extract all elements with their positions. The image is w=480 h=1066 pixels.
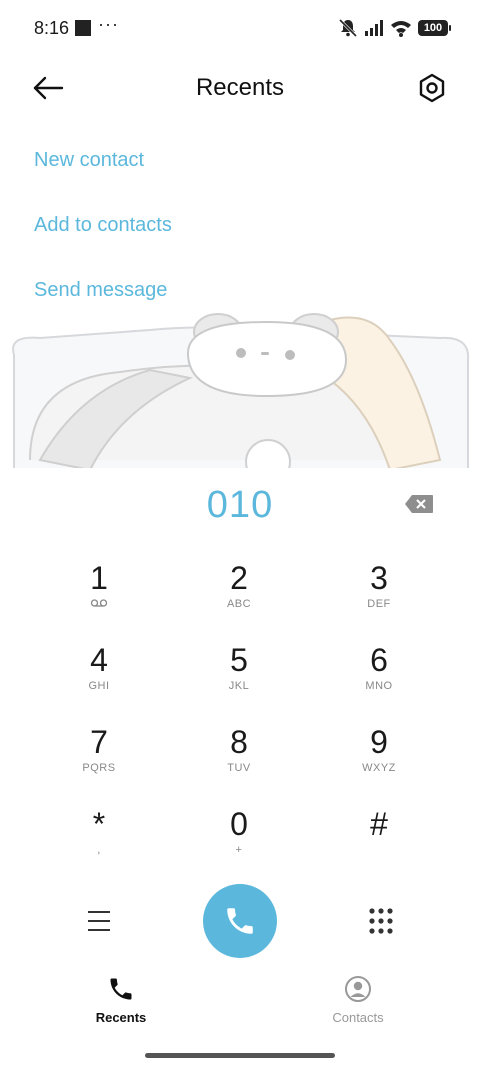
status-bar: 8:16 ··· 100	[0, 0, 480, 56]
background-illustration	[0, 300, 480, 470]
key-star[interactable]: * ,	[39, 806, 159, 878]
key-0[interactable]: 0 +	[179, 806, 299, 878]
backspace-button[interactable]	[404, 494, 434, 514]
key-letters	[90, 598, 108, 612]
phone-icon	[227, 908, 253, 934]
settings-button[interactable]	[414, 70, 450, 106]
key-2[interactable]: 2 ABC	[179, 560, 299, 632]
key-6[interactable]: 6 MNO	[319, 642, 439, 714]
wifi-icon	[391, 21, 411, 37]
tab-contacts-label: Contacts	[332, 1010, 384, 1025]
key-digit: 4	[90, 642, 108, 678]
phone-icon	[110, 978, 132, 1000]
key-5[interactable]: 5 JKL	[179, 642, 299, 714]
key-letters: MNO	[365, 680, 393, 692]
battery-icon: 100	[418, 20, 451, 36]
key-digit: 5	[230, 642, 248, 678]
contact-person-icon	[345, 976, 371, 1002]
key-letters: ,	[97, 844, 101, 856]
bottom-navigation: Recents Contacts	[0, 975, 480, 1035]
backspace-icon	[405, 495, 433, 513]
new-contact-link[interactable]: New contact	[34, 149, 144, 172]
key-7[interactable]: 7 PQRS	[39, 724, 159, 796]
status-icons: 100	[338, 16, 451, 40]
more-notifications-indicator: ···	[98, 14, 119, 34]
key-letters: PQRS	[82, 762, 116, 774]
key-digit: 1	[90, 560, 108, 596]
key-digit: 0	[230, 806, 248, 842]
key-digit: #	[370, 806, 388, 842]
menu-button[interactable]	[82, 906, 116, 936]
call-button[interactable]	[203, 884, 277, 958]
menu-icon	[88, 911, 110, 931]
key-letters: WXYZ	[362, 762, 396, 774]
key-digit: 3	[370, 560, 388, 596]
settings-icon	[419, 73, 445, 103]
key-digit: 9	[370, 724, 388, 760]
home-indicator[interactable]	[145, 1053, 335, 1058]
key-digit: 8	[230, 724, 248, 760]
key-4[interactable]: 4 GHI	[39, 642, 159, 714]
key-letters: JKL	[228, 680, 250, 692]
dialpad-grid-icon	[369, 908, 393, 934]
app-header: Recents	[0, 60, 480, 118]
key-letters: DEF	[367, 598, 391, 610]
bell-muted-icon	[338, 18, 358, 38]
dialer-panel: 010 1 2 ABC 3 DEF 4 GHI 5 JKL 6 MNO 7 PQ…	[0, 468, 480, 968]
signal-icon	[365, 20, 383, 36]
tab-recents-label: Recents	[95, 1010, 147, 1025]
key-letters: ABC	[226, 598, 252, 610]
page-title: Recents	[195, 74, 285, 101]
keypad-toggle-button[interactable]	[364, 904, 398, 938]
sleeping-animal-illustration	[12, 313, 470, 470]
key-9[interactable]: 9 WXYZ	[319, 724, 439, 796]
dial-action-bar	[0, 884, 480, 960]
key-3[interactable]: 3 DEF	[319, 560, 439, 632]
tab-recents[interactable]: Recents	[51, 975, 191, 1025]
notification-icon	[75, 20, 91, 36]
key-digit: 6	[370, 642, 388, 678]
key-8[interactable]: 8 TUV	[179, 724, 299, 796]
key-letters: GHI	[88, 680, 110, 692]
add-to-contacts-link[interactable]: Add to contacts	[34, 214, 172, 237]
voicemail-icon	[90, 599, 108, 607]
key-digit: 2	[230, 560, 248, 596]
tab-contacts[interactable]: Contacts	[288, 975, 428, 1025]
key-1[interactable]: 1	[39, 560, 159, 632]
send-message-link[interactable]: Send message	[34, 279, 167, 302]
key-digit: 7	[90, 724, 108, 760]
status-time: 8:16	[34, 18, 70, 38]
key-digit: *	[92, 806, 106, 842]
key-letters: TUV	[227, 762, 251, 774]
key-letters: +	[235, 844, 243, 856]
key-hash[interactable]: #	[319, 806, 439, 878]
